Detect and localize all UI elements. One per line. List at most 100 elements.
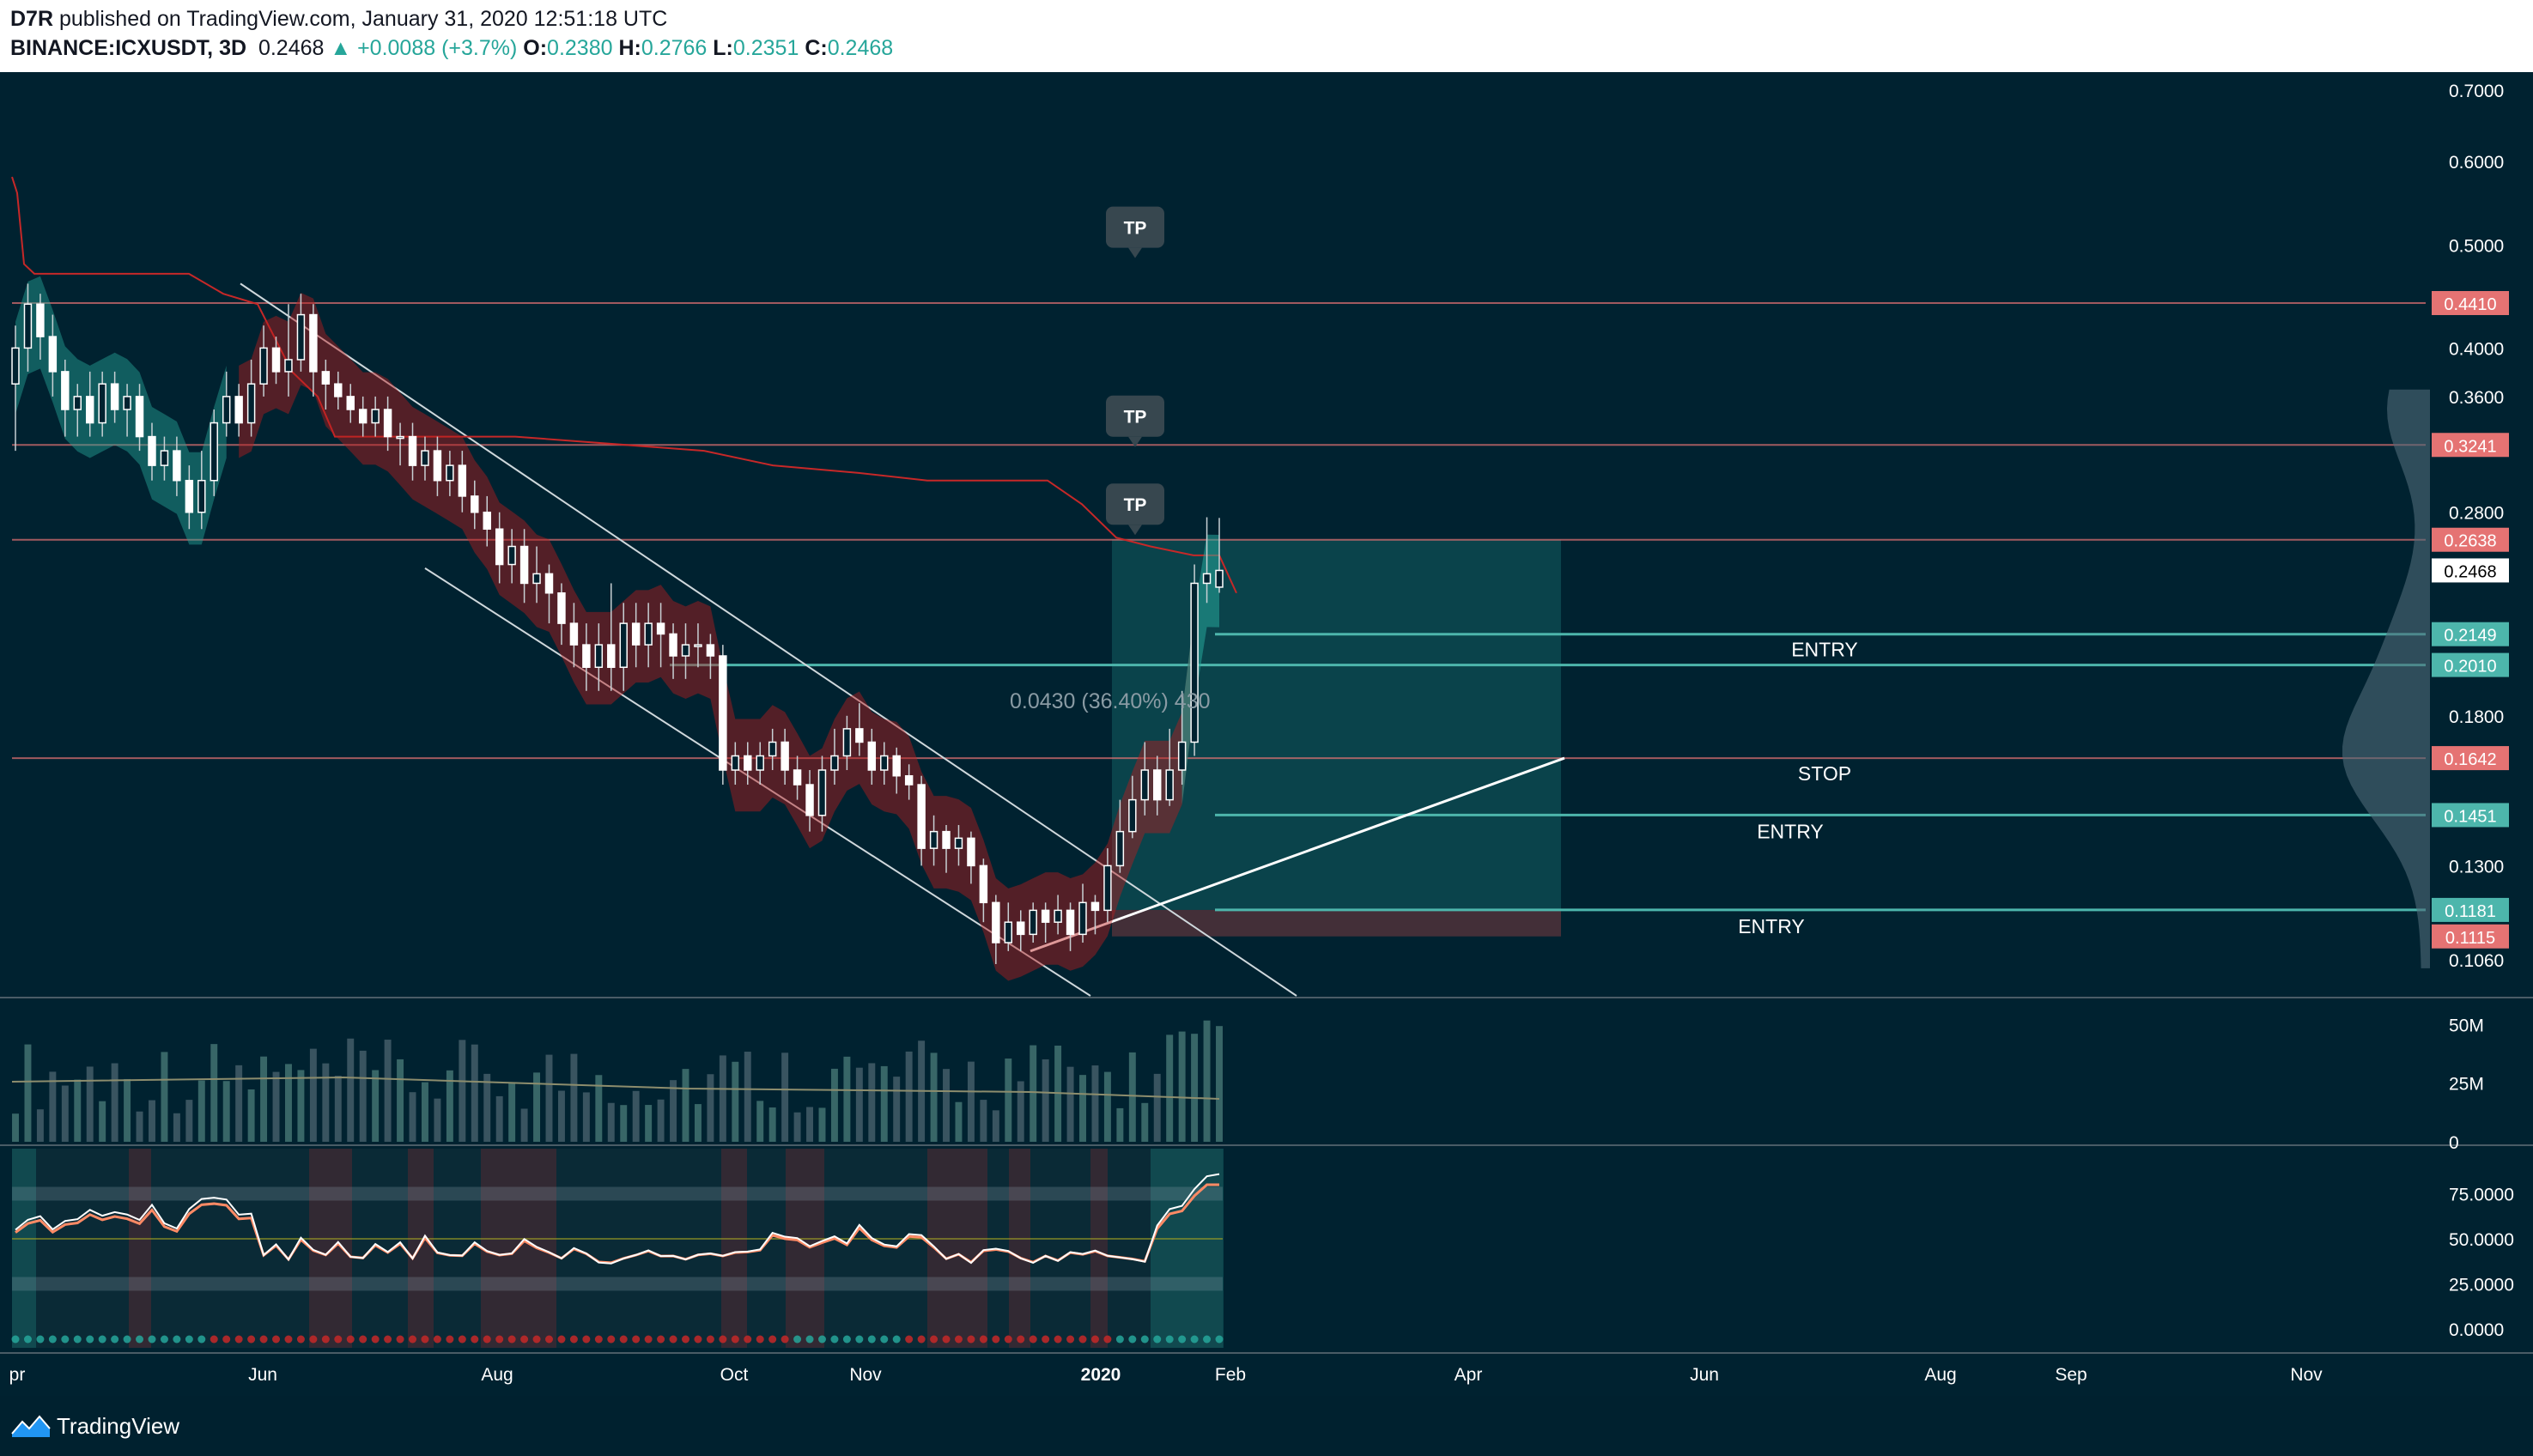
candle bbox=[507, 545, 516, 566]
signal-dot bbox=[346, 1335, 355, 1344]
change-arrow-icon: ▲ bbox=[330, 36, 352, 60]
tradingview-brand[interactable]: TradingView bbox=[57, 1413, 179, 1440]
time-tick-label: Jun bbox=[1690, 1365, 1719, 1385]
candle bbox=[1017, 921, 1025, 936]
signal-dot bbox=[73, 1335, 82, 1344]
signal-dot bbox=[582, 1335, 591, 1344]
oscillator-zone bbox=[309, 1149, 352, 1348]
signal-dot bbox=[123, 1335, 131, 1344]
candle bbox=[557, 592, 566, 624]
signal-dot bbox=[458, 1335, 466, 1344]
candle bbox=[36, 303, 45, 337]
chart-canvas[interactable]: TP TP TP ENTRY ENTRY ENTRY STOP 0.0430 (36.40%)… bbox=[0, 72, 2533, 1396]
volume-bar bbox=[197, 1080, 205, 1142]
candle bbox=[23, 303, 33, 349]
signal-dot bbox=[507, 1335, 516, 1344]
volume-tick-label: 25M bbox=[2449, 1075, 2484, 1095]
candle bbox=[830, 755, 839, 771]
signal-dot bbox=[1165, 1335, 1174, 1344]
signal-dot bbox=[756, 1335, 764, 1344]
author-name[interactable]: D7R bbox=[10, 7, 53, 31]
signal-dot bbox=[1153, 1335, 1162, 1344]
candle bbox=[793, 769, 802, 786]
entry-label: ENTRY bbox=[1791, 639, 1858, 661]
volume-bar bbox=[744, 1052, 751, 1142]
candle bbox=[1004, 921, 1013, 943]
price-tick-label: 0.1060 bbox=[2449, 951, 2504, 971]
volume-bar bbox=[843, 1056, 851, 1142]
candle bbox=[346, 396, 355, 410]
candle bbox=[631, 622, 641, 646]
signal-dot bbox=[1004, 1335, 1012, 1344]
candle bbox=[904, 774, 914, 786]
candle bbox=[160, 450, 169, 466]
signal-dot bbox=[409, 1335, 417, 1344]
candle bbox=[11, 347, 20, 385]
measure-label: 0.0430 (36.40%) 430 bbox=[1010, 689, 1211, 713]
signal-dot bbox=[992, 1335, 1000, 1344]
volume-bar bbox=[1141, 1102, 1149, 1142]
signal-dot bbox=[446, 1335, 454, 1344]
candle bbox=[110, 383, 119, 410]
oscillator-zone bbox=[1009, 1149, 1030, 1348]
candle bbox=[383, 409, 392, 438]
candle bbox=[706, 644, 715, 657]
volume-bar bbox=[359, 1050, 367, 1142]
volume-bar bbox=[36, 1109, 44, 1142]
candle bbox=[1066, 909, 1075, 936]
signal-dot bbox=[632, 1335, 641, 1344]
candle bbox=[594, 644, 604, 669]
open-label: O: bbox=[523, 36, 548, 60]
volume-bar bbox=[1203, 1020, 1211, 1142]
candle bbox=[1140, 769, 1150, 801]
candle bbox=[544, 573, 554, 594]
volume-bar bbox=[880, 1065, 888, 1142]
signal-dot bbox=[222, 1335, 231, 1344]
candle bbox=[1090, 901, 1100, 912]
signal-dot bbox=[1017, 1335, 1025, 1344]
candle bbox=[582, 644, 591, 669]
signal-dot bbox=[1190, 1335, 1199, 1344]
signal-dot bbox=[1140, 1335, 1149, 1344]
loss-zone bbox=[1112, 909, 1561, 937]
signal-dot bbox=[296, 1335, 305, 1344]
signal-dot bbox=[396, 1335, 404, 1344]
time-tick-label: Aug bbox=[481, 1365, 513, 1385]
candle bbox=[421, 450, 429, 466]
signal-dot bbox=[148, 1335, 156, 1344]
candle bbox=[942, 830, 951, 849]
volume-bar bbox=[620, 1105, 628, 1142]
volume-bar bbox=[74, 1079, 82, 1142]
candle bbox=[967, 837, 975, 867]
tradingview-logo-icon[interactable] bbox=[10, 1411, 52, 1439]
signal-dot bbox=[532, 1335, 541, 1344]
volume-bar bbox=[334, 1076, 342, 1142]
candle bbox=[694, 644, 702, 647]
candle bbox=[607, 644, 616, 669]
signal-dot bbox=[1178, 1335, 1187, 1344]
signal-dot bbox=[1042, 1335, 1050, 1344]
signal-dot bbox=[1103, 1335, 1112, 1344]
volume-bar bbox=[756, 1101, 764, 1142]
price-label-text: 0.2149 bbox=[2444, 627, 2496, 646]
volume-tick-label: 50M bbox=[2449, 1016, 2484, 1035]
volume-bar bbox=[707, 1074, 714, 1142]
candle bbox=[992, 901, 1000, 943]
time-tick-label: Apr bbox=[1455, 1365, 1483, 1385]
volume-bar bbox=[471, 1044, 478, 1142]
signal-dot bbox=[495, 1335, 504, 1344]
volume-bar bbox=[930, 1053, 938, 1142]
volume-bar bbox=[1079, 1075, 1086, 1142]
candle bbox=[917, 784, 926, 849]
time-tick-label: Aug bbox=[1924, 1365, 1956, 1385]
volume-bar bbox=[980, 1100, 987, 1142]
symbol-label[interactable]: BINANCE:ICXUSDT, 3D bbox=[10, 36, 246, 60]
signal-dot bbox=[594, 1335, 603, 1344]
footer: TradingView bbox=[0, 1396, 2533, 1456]
candle bbox=[1202, 573, 1212, 585]
signal-dot bbox=[842, 1335, 851, 1344]
signal-dot bbox=[942, 1335, 951, 1344]
signal-dot bbox=[471, 1335, 479, 1344]
candle bbox=[358, 409, 367, 424]
volume-bar bbox=[99, 1101, 106, 1142]
